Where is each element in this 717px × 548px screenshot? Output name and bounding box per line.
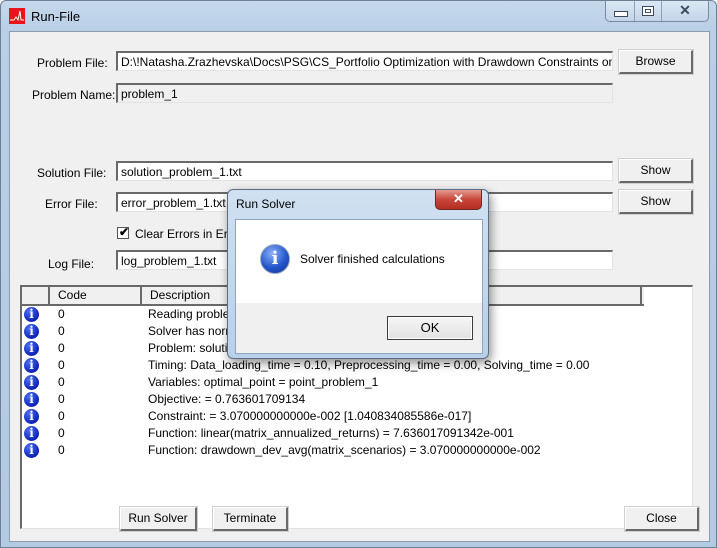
info-icon: i [24,324,39,339]
info-icon: i [24,341,39,356]
info-icon: i [24,443,39,458]
info-icon: i [24,358,39,373]
row-description: Function: drawdown_dev_avg(matrix_scenar… [148,443,541,457]
title-bar[interactable]: Run-File ✕ [1,1,716,31]
information-icon: i [260,244,290,274]
window-title: Run-File [31,9,81,24]
row-code: 0 [58,443,65,457]
close-button[interactable]: Close [625,507,699,531]
row-description: Function: linear(matrix_annualized_retur… [148,426,514,440]
row-description: Reading problem [148,307,240,321]
ok-button[interactable]: OK [387,316,473,340]
dialog-title: Run Solver [236,197,296,211]
window-controls: ✕ [605,1,709,22]
row-description: Timing: Data_loading_time = 0.10, Prepro… [148,358,590,372]
row-description: Variables: optimal_point = point_problem… [148,375,379,389]
row-description: Constraint: = 3.070000000000e-002 [1.040… [148,409,472,423]
table-row[interactable]: i 0 Constraint: = 3.070000000000e-002 [1.0… [22,408,642,425]
column-header-icon[interactable] [22,287,50,304]
table-row[interactable]: i 0 Objective: = 0.763601709134 [22,391,642,408]
maximize-icon [642,6,654,16]
problem-file-input[interactable]: D:\!Natasha.Zrazhevska\Docs\PSG\CS_Portf… [116,51,613,71]
error-file-label: Error File: [45,197,98,211]
close-icon: ✕ [453,191,464,206]
info-icon: i [24,426,39,441]
table-row[interactable]: i 0 Function: linear(matrix_annualized_ret… [22,425,642,442]
info-icon: i [24,392,39,407]
row-code: 0 [58,392,65,406]
problem-file-label: Problem File: [37,56,108,70]
psg-app-icon [9,8,25,24]
problem-name-field: problem_1 [116,83,613,103]
browse-button[interactable]: Browse [619,50,693,74]
table-row[interactable]: i 0 Variables: optimal_point = point_probl… [22,374,642,391]
minimize-icon [614,11,628,17]
info-icon: i [24,375,39,390]
row-description: Objective: = 0.763601709134 [148,392,306,406]
log-file-label: Log File: [48,257,95,271]
dialog-body: i Solver finished calculations OK [235,219,483,354]
info-icon: i [24,409,39,424]
show-solution-button[interactable]: Show [619,159,693,183]
row-code: 0 [58,358,65,372]
table-row[interactable]: i 0 Timing: Data_loading_time = 0.10, Prep… [22,357,642,374]
run-solver-dialog: Run Solver ✕ i Solver finished calculati… [227,189,489,359]
checkmark-icon: ✔ [119,225,130,239]
close-icon: ✕ [679,2,691,18]
show-error-button[interactable]: Show [619,190,693,214]
info-icon: i [24,307,39,322]
table-row[interactable]: i 0 Function: drawdown_dev_avg(matrix_scen… [22,442,642,459]
solution-file-input[interactable]: solution_problem_1.txt [116,161,613,181]
maximize-button[interactable] [635,1,662,21]
column-header-code[interactable]: Code [50,287,142,304]
dialog-close-button[interactable]: ✕ [435,190,482,210]
row-code: 0 [58,341,65,355]
clear-errors-checkbox[interactable]: ✔ [117,225,130,239]
column-header-extra[interactable] [642,287,650,304]
run-solver-button[interactable]: Run Solver [120,507,197,531]
row-code: 0 [58,426,65,440]
minimize-button[interactable] [606,1,635,21]
problem-name-label: Problem Name: [32,88,116,102]
row-code: 0 [58,307,65,321]
close-window-button[interactable]: ✕ [662,1,708,21]
terminate-button[interactable]: Terminate [213,507,288,531]
solution-file-label: Solution File: [37,166,107,180]
dialog-message: Solver finished calculations [300,252,445,266]
row-code: 0 [58,375,65,389]
row-code: 0 [58,409,65,423]
row-code: 0 [58,324,65,338]
